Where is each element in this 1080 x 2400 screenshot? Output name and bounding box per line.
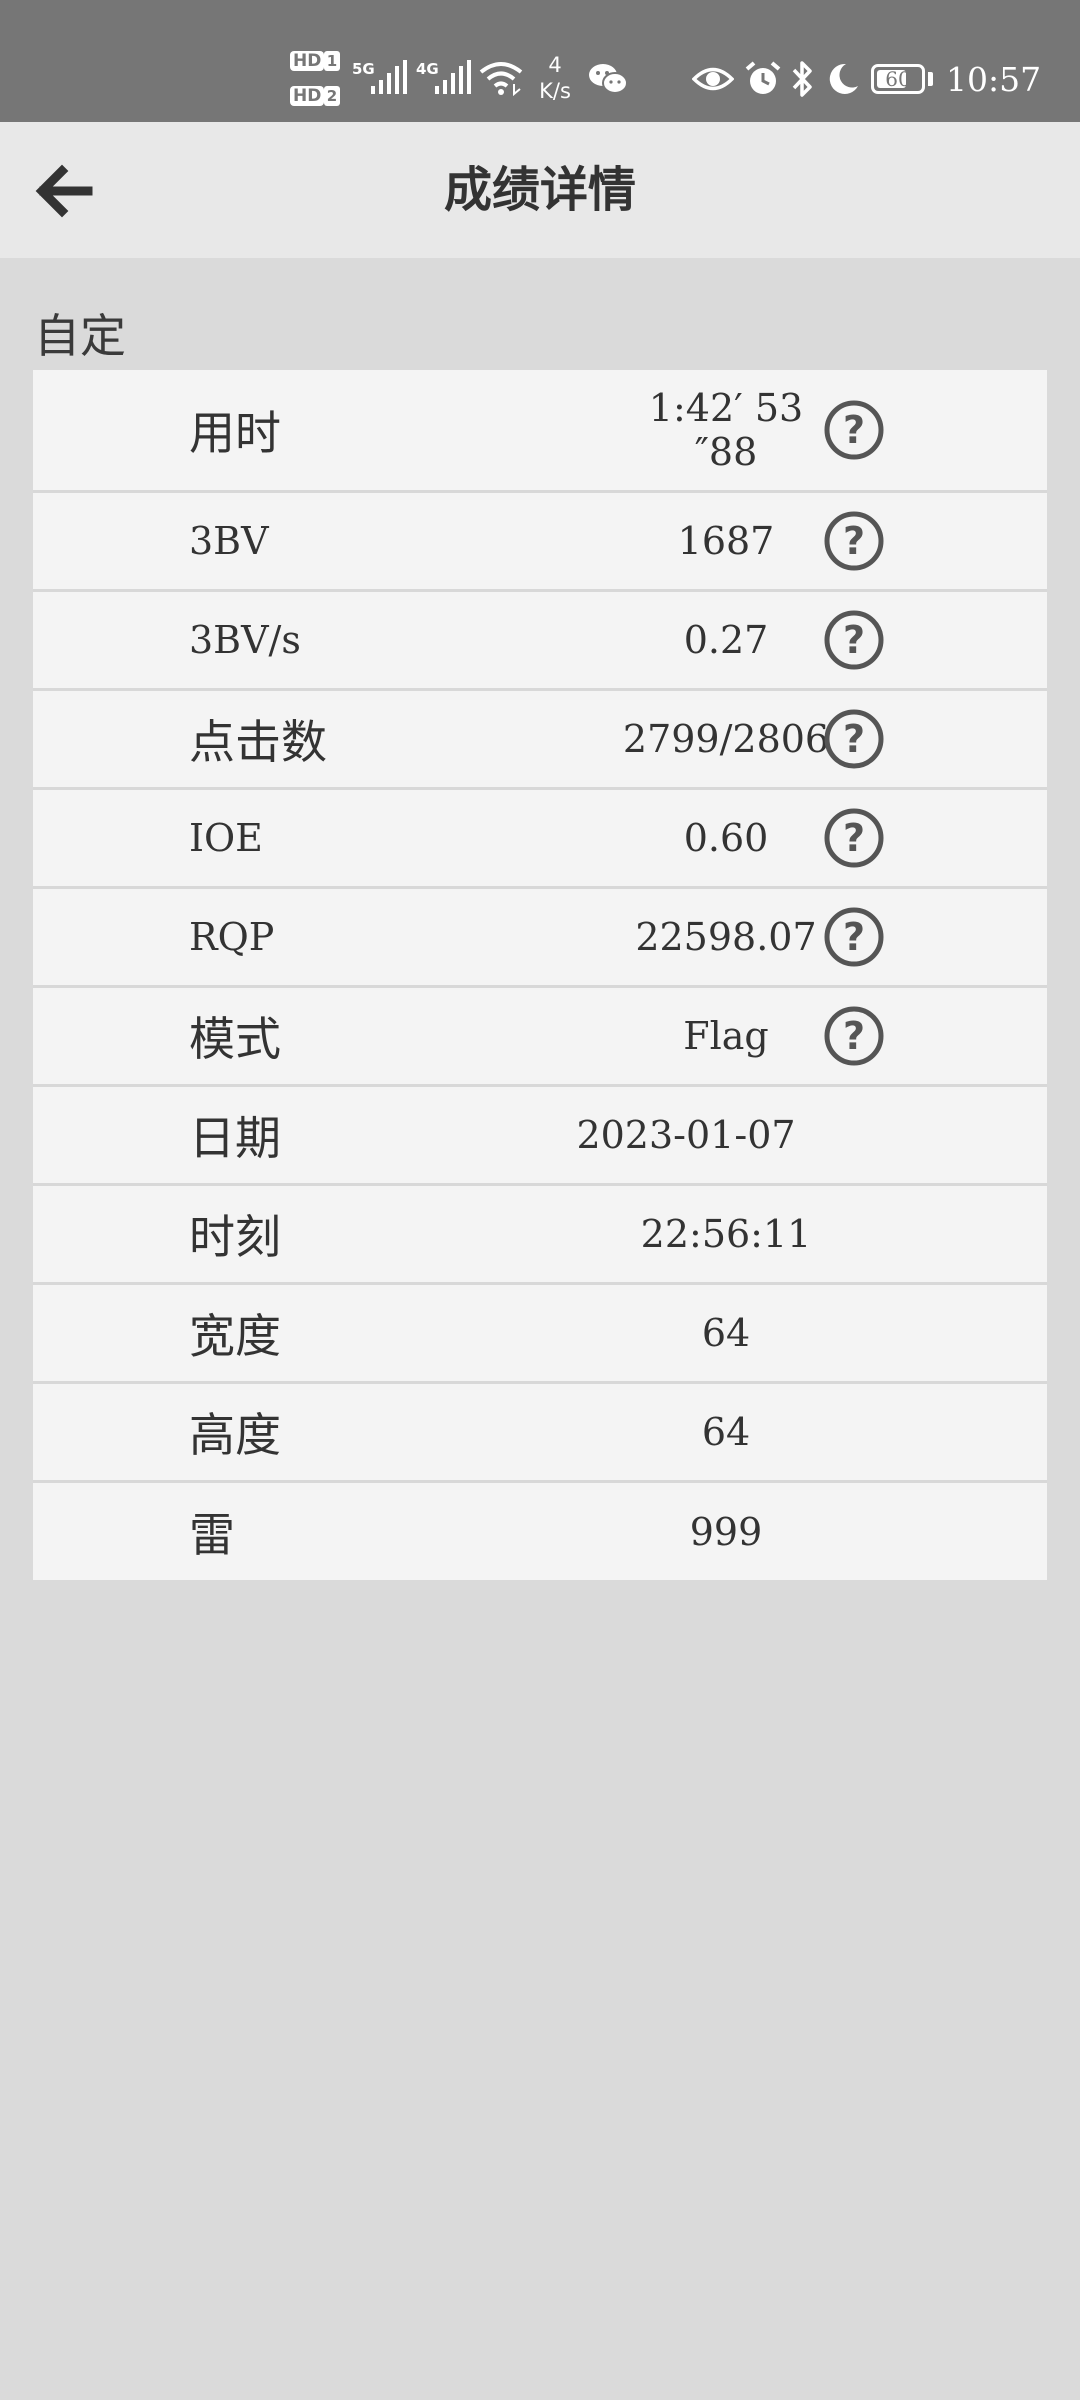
table-row-time-of-day: 时刻 22:56:11 [33, 1186, 1047, 1285]
svg-text:?: ? [843, 408, 865, 452]
app-header: 成绩详情 [0, 122, 1080, 258]
row-value: 64 [701, 1311, 751, 1355]
table-row-mines: 雷 999 [33, 1483, 1047, 1580]
table-row-height: 高度 64 [33, 1384, 1047, 1483]
table-row-width: 宽度 64 [33, 1285, 1047, 1384]
row-label: 日期 [189, 1111, 281, 1165]
row-value: 999 [689, 1509, 763, 1554]
speed-value: 4 [548, 53, 562, 77]
table-row-date: 日期 2023-01-07 [33, 1087, 1047, 1186]
moon-icon [829, 63, 858, 94]
help-icon[interactable]: ? [823, 1005, 885, 1067]
svg-text:?: ? [843, 816, 865, 860]
network-speed: 4 K/s [532, 52, 578, 104]
table-row-ioe: IOE 0.60 ? [33, 790, 1047, 889]
row-label: 3BV [189, 519, 269, 563]
wechat-icon [589, 64, 628, 94]
row-label: 宽度 [189, 1309, 281, 1363]
sim-2-indicator: 2 [324, 86, 340, 106]
row-label: 点击数 [189, 715, 327, 769]
row-label: 模式 [189, 1012, 281, 1066]
help-icon[interactable]: ? [823, 807, 885, 869]
row-label: 时刻 [189, 1210, 281, 1264]
table-row-time: 用时 1:42′ 53 ″88 ? [33, 370, 1047, 493]
table-row-rqp: RQP 22598.07 ? [33, 889, 1047, 988]
table-row-mode: 模式 Flag ? [33, 988, 1047, 1087]
bluetooth-icon [792, 61, 812, 97]
sim-1-indicator: 1 [324, 51, 340, 71]
battery-level: 60 [885, 67, 911, 91]
alarm-icon [745, 61, 781, 94]
row-label: 3BV/s [189, 618, 301, 662]
page-title: 成绩详情 [443, 162, 636, 218]
signal-icon [435, 60, 471, 94]
help-icon[interactable]: ? [823, 708, 885, 770]
hd-badge-1: HD [290, 51, 325, 71]
row-label: IOE [189, 816, 263, 860]
row-label: 高度 [189, 1408, 281, 1462]
table-row-3bv: 3BV 1687 ? [33, 493, 1047, 592]
hd-badge-2: HD [290, 86, 325, 106]
svg-text:?: ? [843, 618, 865, 662]
battery-tip [928, 72, 933, 86]
status-bar: HD 1 HD 2 5G 4G 4 K/s 60 10:57 [0, 0, 1080, 122]
row-label: 雷 [189, 1507, 235, 1562]
signal-icon [371, 60, 407, 94]
row-label: 用时 [189, 406, 281, 460]
help-icon[interactable]: ? [823, 510, 885, 572]
row-value: 2023-01-07 [576, 1113, 796, 1157]
row-value: 64 [701, 1410, 751, 1454]
eye-icon [692, 67, 734, 91]
battery-icon: 60 [871, 64, 925, 94]
help-icon[interactable]: ? [823, 399, 885, 461]
wifi-icon [479, 62, 523, 96]
status-clock: 10:57 [946, 60, 1042, 99]
row-value: 22:56:11 [640, 1212, 812, 1256]
svg-text:?: ? [843, 915, 865, 959]
help-icon[interactable]: ? [823, 906, 885, 968]
help-icon[interactable]: ? [823, 609, 885, 671]
section-label: 自定 [34, 309, 126, 363]
speed-unit: K/s [539, 79, 571, 103]
table-row-3bv-per-s: 3BV/s 0.27 ? [33, 592, 1047, 691]
table-row-clicks: 点击数 2799/2806 ? [33, 691, 1047, 790]
svg-text:?: ? [843, 1014, 865, 1058]
result-table: 用时 1:42′ 53 ″88 ? 3BV 1687 ? 3BV/s 0.27 … [33, 370, 1047, 1580]
svg-text:?: ? [843, 717, 865, 761]
svg-text:?: ? [843, 519, 865, 563]
row-label: RQP [189, 915, 275, 959]
